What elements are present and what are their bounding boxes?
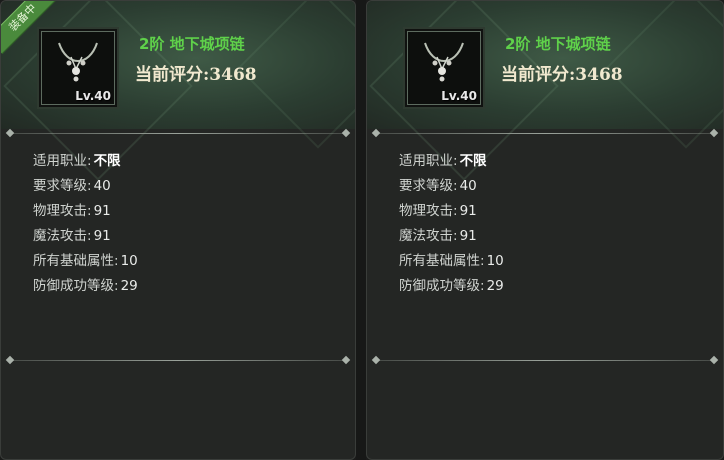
stat-required-level: 要求等级: 40 bbox=[399, 178, 477, 194]
divider bbox=[371, 128, 719, 138]
stat-class: 适用职业: 不限 bbox=[33, 153, 121, 169]
stat-magic-attack: 魔法攻击: 91 bbox=[399, 228, 477, 244]
divider bbox=[371, 355, 719, 365]
item-slot[interactable]: Lv.40 bbox=[405, 29, 483, 107]
score-value: 3468 bbox=[575, 65, 623, 85]
stats-list: 适用职业: 不限 要求等级: 40 物理攻击: 91 魔法攻击: 91 所有基础属性: 1… bbox=[33, 153, 138, 303]
score-value: 3468 bbox=[209, 65, 257, 85]
item-score: 当前评分:3468 bbox=[501, 60, 623, 85]
score-label: 当前评分: bbox=[135, 65, 210, 85]
stat-class: 适用职业: 不限 bbox=[399, 153, 487, 169]
stat-required-level: 要求等级: 40 bbox=[33, 178, 111, 194]
equipped-item-tooltip: 装备中 Lv.40 2阶 地下城项链 当前评分:3468 适用职业: 不限 要求等… bbox=[0, 0, 356, 460]
stat-all-attributes: 所有基础属性: 10 bbox=[33, 253, 138, 269]
item-score: 当前评分:3468 bbox=[135, 60, 257, 85]
gutter bbox=[356, 0, 366, 460]
item-name: 2阶 地下城项链 bbox=[139, 35, 245, 53]
divider bbox=[5, 355, 351, 365]
compare-item-tooltip: Lv.40 2阶 地下城项链 当前评分:3468 适用职业: 不限 要求等级: 40… bbox=[366, 0, 724, 460]
stats-list: 适用职业: 不限 要求等级: 40 物理攻击: 91 魔法攻击: 91 所有基础属性: 1… bbox=[399, 153, 504, 303]
necklace-icon bbox=[424, 42, 464, 82]
stat-physical-attack: 物理攻击: 91 bbox=[399, 203, 477, 219]
item-level: Lv.40 bbox=[75, 89, 111, 103]
stat-magic-attack: 魔法攻击: 91 bbox=[33, 228, 111, 244]
necklace-icon bbox=[58, 42, 98, 82]
score-label: 当前评分: bbox=[501, 65, 576, 85]
stat-defense-rating: 防御成功等级: 29 bbox=[399, 278, 504, 294]
item-slot[interactable]: Lv.40 bbox=[39, 29, 117, 107]
stat-all-attributes: 所有基础属性: 10 bbox=[399, 253, 504, 269]
stat-physical-attack: 物理攻击: 91 bbox=[33, 203, 111, 219]
item-name: 2阶 地下城项链 bbox=[505, 35, 611, 53]
item-level: Lv.40 bbox=[441, 89, 477, 103]
divider bbox=[5, 128, 351, 138]
stat-defense-rating: 防御成功等级: 29 bbox=[33, 278, 138, 294]
